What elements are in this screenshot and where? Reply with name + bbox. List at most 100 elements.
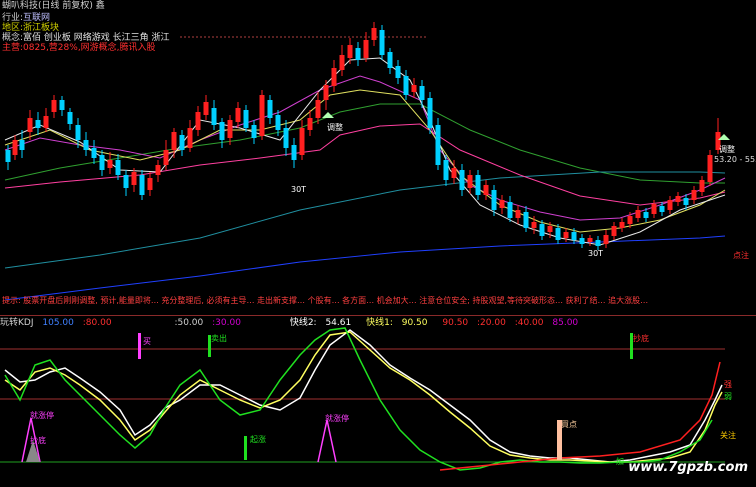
kdj-sell-marker: 卖出 bbox=[211, 334, 227, 343]
candle-up bbox=[627, 216, 633, 224]
candle-down bbox=[275, 115, 281, 130]
kdj-value-5: 90.50 bbox=[442, 318, 469, 328]
candle-down bbox=[179, 135, 185, 150]
candle-up bbox=[611, 226, 617, 236]
site-watermark: www.7gpzb.com bbox=[628, 460, 748, 475]
region-label: 地区: bbox=[2, 23, 24, 33]
kdj-watch-marker: 关注 bbox=[720, 431, 736, 440]
candle-down bbox=[659, 206, 665, 212]
candle-down bbox=[643, 212, 649, 218]
candle-up bbox=[347, 45, 353, 58]
panel-divider[interactable] bbox=[0, 315, 756, 316]
kdj-header: 玩转KDJ 105.00 :80.00 :50.00 :30.00 快线2: 5… bbox=[0, 318, 756, 329]
candle-down bbox=[579, 238, 585, 244]
industry-label: 行业: bbox=[2, 13, 24, 23]
candle-up bbox=[499, 200, 505, 208]
adjust-marker: 调整 bbox=[327, 123, 343, 132]
candle-up bbox=[27, 118, 33, 132]
candle-up bbox=[587, 238, 593, 242]
candle-down bbox=[435, 125, 441, 165]
candle-up bbox=[131, 172, 137, 185]
ma-line-yellow bbox=[4, 89, 726, 233]
chart-canvas[interactable] bbox=[0, 0, 756, 487]
candle-down bbox=[67, 112, 73, 124]
candle-down bbox=[491, 190, 497, 210]
candle-down bbox=[507, 202, 513, 218]
candle-down bbox=[443, 160, 449, 180]
candle-up bbox=[203, 102, 209, 115]
candle-down bbox=[5, 150, 11, 162]
candle-up bbox=[363, 40, 369, 58]
candle-up bbox=[259, 95, 265, 136]
main-business-label: 主营: bbox=[2, 43, 24, 53]
note-marker: 点注 bbox=[733, 251, 749, 260]
kdj-rise-marker: 起涨 bbox=[250, 435, 266, 444]
candle-up bbox=[235, 108, 241, 122]
candle-up bbox=[51, 100, 57, 112]
kdj-limit-marker-2: 就涨停 bbox=[325, 414, 349, 423]
candle-up bbox=[299, 128, 305, 155]
window-title: 蝴叭科技(日线 前复权) 鑫 bbox=[2, 1, 105, 11]
candle-up bbox=[195, 112, 201, 130]
candle-down bbox=[83, 140, 89, 150]
candle-up bbox=[411, 85, 417, 92]
stock-chart-window: 蝴叭科技(日线 前复权) 鑫 行业:互联网 地区:浙江板块 概念:富佰 创业板 … bbox=[0, 0, 756, 487]
candle-up bbox=[107, 160, 113, 168]
candle-down bbox=[115, 160, 121, 175]
kdj-point-marker: 買点 bbox=[561, 420, 577, 429]
candle-down bbox=[35, 120, 41, 128]
candle-down bbox=[595, 240, 601, 246]
candle-up bbox=[675, 196, 681, 202]
concept-value: 富佰 创业板 网络游戏 长江三角 浙江 bbox=[23, 33, 170, 43]
candle-down bbox=[19, 140, 25, 150]
candle-up bbox=[699, 180, 705, 192]
kdj-value-2: :80.00 bbox=[82, 318, 112, 328]
kdj-signal-bar bbox=[138, 333, 141, 359]
kdj-d-value: 90.50 bbox=[401, 318, 428, 328]
region-value: 浙江板块 bbox=[23, 23, 60, 33]
candle-down bbox=[523, 212, 529, 228]
price-readout: 53.20 - 55. bbox=[714, 155, 756, 164]
kdj-value-1: 105.00 bbox=[42, 318, 74, 328]
candle-up bbox=[635, 210, 641, 218]
candle-up bbox=[323, 85, 329, 100]
kdj-weak-marker: 弱 bbox=[724, 392, 732, 401]
candle-down bbox=[571, 232, 577, 240]
candle-down bbox=[91, 148, 97, 158]
candle-up bbox=[155, 165, 161, 175]
kdj-value-7: :40.00 bbox=[514, 318, 544, 328]
candle-up bbox=[547, 226, 553, 232]
candle-down bbox=[243, 110, 249, 128]
candle-up bbox=[12, 140, 18, 155]
candle-up bbox=[707, 155, 713, 182]
candle-up bbox=[451, 168, 457, 178]
kdj-d-label: 快线1: 90.50 bbox=[366, 318, 433, 328]
candle-up bbox=[619, 222, 625, 228]
candle-down bbox=[291, 145, 297, 160]
ma-line-magenta bbox=[4, 75, 726, 221]
candle-up bbox=[147, 178, 153, 190]
kdj-k-value: 54.61 bbox=[325, 318, 352, 328]
candle-up bbox=[467, 175, 473, 188]
candle-up bbox=[651, 204, 657, 214]
ma-line-cyan bbox=[4, 171, 726, 269]
candle-down bbox=[387, 52, 393, 68]
candle-down bbox=[75, 125, 81, 140]
scroll-tip-text: 提示: 股票开盘后刚刚调整, 预计,能量即将… 充分整理后, 必须有主导… 走出… bbox=[2, 296, 649, 305]
kdj-title[interactable]: 玩转KDJ bbox=[0, 318, 34, 328]
kdj-bottom-marker: 抄底 bbox=[633, 334, 649, 343]
kdj-value-8: 85.00 bbox=[552, 318, 579, 328]
candle-up bbox=[43, 116, 49, 128]
candle-down bbox=[555, 228, 561, 240]
kdj-limit-marker: 就涨停 bbox=[30, 411, 54, 420]
concept-label: 概念: bbox=[2, 33, 24, 43]
ma-line-green bbox=[4, 103, 725, 184]
kdj-k-label: 快线2: 54.61 bbox=[290, 318, 357, 328]
main-business-row: 主营:0825,营28%,网游概念,腾讯入股 bbox=[2, 43, 156, 54]
candle-up bbox=[515, 210, 521, 218]
kdj-line-red bbox=[439, 361, 721, 471]
candle-down bbox=[427, 98, 433, 128]
candle-down bbox=[683, 198, 689, 205]
main-business-value: 0825,营28%,网游概念,腾讯入股 bbox=[23, 43, 156, 53]
candle-up bbox=[691, 190, 697, 200]
